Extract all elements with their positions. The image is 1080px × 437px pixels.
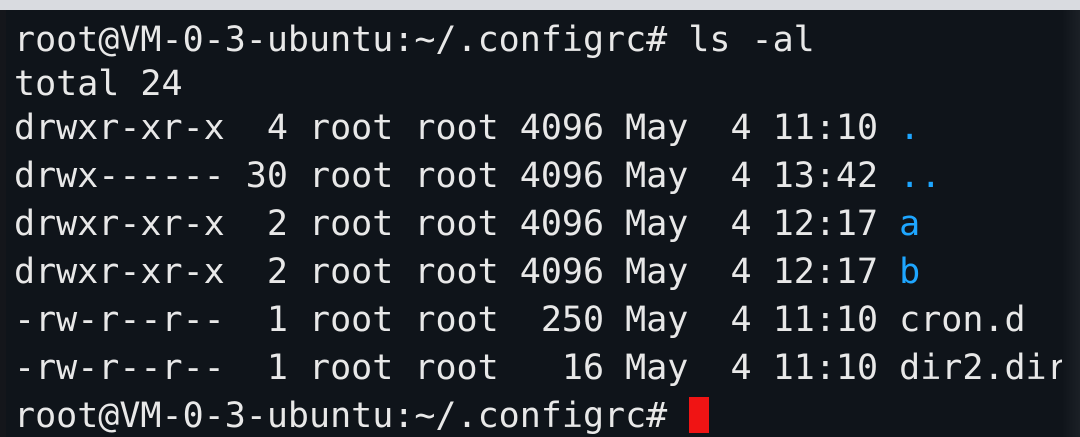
current-prompt-line[interactable]: root@VM-0-3-ubuntu:~/.configrc# [14, 394, 710, 437]
group: root [414, 300, 499, 340]
file-listing-row: drwxr-xr-x 2 root root 4096 May 4 12:17 … [14, 250, 920, 294]
time: 12:17 [772, 204, 879, 244]
permissions: drwxr-xr-x [14, 204, 225, 244]
group: root [414, 156, 499, 196]
group: root [414, 348, 499, 388]
link-count: 1 [245, 348, 288, 388]
permissions: -rw-r--r-- [14, 300, 225, 340]
terminal-cursor[interactable] [689, 397, 710, 433]
owner: root [309, 300, 394, 340]
size: 4096 [519, 108, 605, 148]
link-count: 1 [245, 300, 288, 340]
file-name: cron.d [899, 300, 1026, 340]
directory-name: a [899, 204, 921, 244]
owner: root [309, 156, 394, 196]
month: May [625, 252, 689, 292]
terminal-window[interactable]: root@VM-0-3-ubuntu:~/.configrc# ls -al t… [6, 10, 1076, 437]
size: 250 [519, 300, 605, 340]
group: root [414, 108, 499, 148]
prompt: root@VM-0-3-ubuntu:~/.configrc# [14, 396, 668, 436]
terminal-screenshot: root@VM-0-3-ubuntu:~/.configrc# ls -al t… [0, 0, 1080, 437]
time: 12:17 [772, 252, 879, 292]
day: 4 [709, 300, 752, 340]
month: May [625, 300, 689, 340]
prompt: root@VM-0-3-ubuntu:~/.configrc# [14, 20, 668, 60]
owner: root [309, 204, 394, 244]
time: 13:42 [772, 156, 879, 196]
group: root [414, 204, 499, 244]
directory-name: . [899, 108, 921, 148]
owner: root [309, 348, 394, 388]
size: 4096 [519, 156, 605, 196]
link-count: 2 [245, 252, 288, 292]
command-line: root@VM-0-3-ubuntu:~/.configrc# ls -al [14, 18, 815, 62]
link-count: 2 [245, 204, 288, 244]
owner: root [309, 252, 394, 292]
file-listing-row: -rw-r--r-- 1 root root 16 May 4 11:10 di… [14, 346, 1068, 390]
time: 11:10 [772, 300, 879, 340]
total-line: total 24 [14, 64, 183, 104]
window-top-strip [0, 0, 1080, 10]
file-listing-row: -rw-r--r-- 1 root root 250 May 4 11:10 c… [14, 298, 1026, 342]
owner: root [309, 108, 394, 148]
file-listing-row: drwxr-xr-x 2 root root 4096 May 4 12:17 … [14, 202, 920, 246]
link-count: 30 [245, 156, 288, 196]
day: 4 [709, 348, 752, 388]
time: 11:10 [772, 108, 879, 148]
day: 4 [709, 204, 752, 244]
permissions: drwxr-xr-x [14, 108, 225, 148]
size: 4096 [519, 252, 605, 292]
month: May [625, 156, 689, 196]
permissions: -rw-r--r-- [14, 348, 225, 388]
group: root [414, 252, 499, 292]
time: 11:10 [772, 348, 879, 388]
file-name: dir2.dir [899, 348, 1068, 388]
month: May [625, 108, 689, 148]
day: 4 [709, 252, 752, 292]
month: May [625, 348, 689, 388]
directory-name: .. [899, 156, 942, 196]
file-listing-row: drwxr-xr-x 4 root root 4096 May 4 11:10 … [14, 106, 920, 150]
terminal-edge [1062, 10, 1080, 437]
file-listing-row: drwx------ 30 root root 4096 May 4 13:42… [14, 154, 941, 198]
day: 4 [709, 108, 752, 148]
link-count: 4 [245, 108, 288, 148]
size: 4096 [519, 204, 605, 244]
month: May [625, 204, 689, 244]
permissions: drwx------ [14, 156, 225, 196]
permissions: drwxr-xr-x [14, 252, 225, 292]
command-text: ls -al [688, 20, 815, 60]
day: 4 [709, 156, 752, 196]
directory-name: b [899, 252, 921, 292]
size: 16 [519, 348, 605, 388]
